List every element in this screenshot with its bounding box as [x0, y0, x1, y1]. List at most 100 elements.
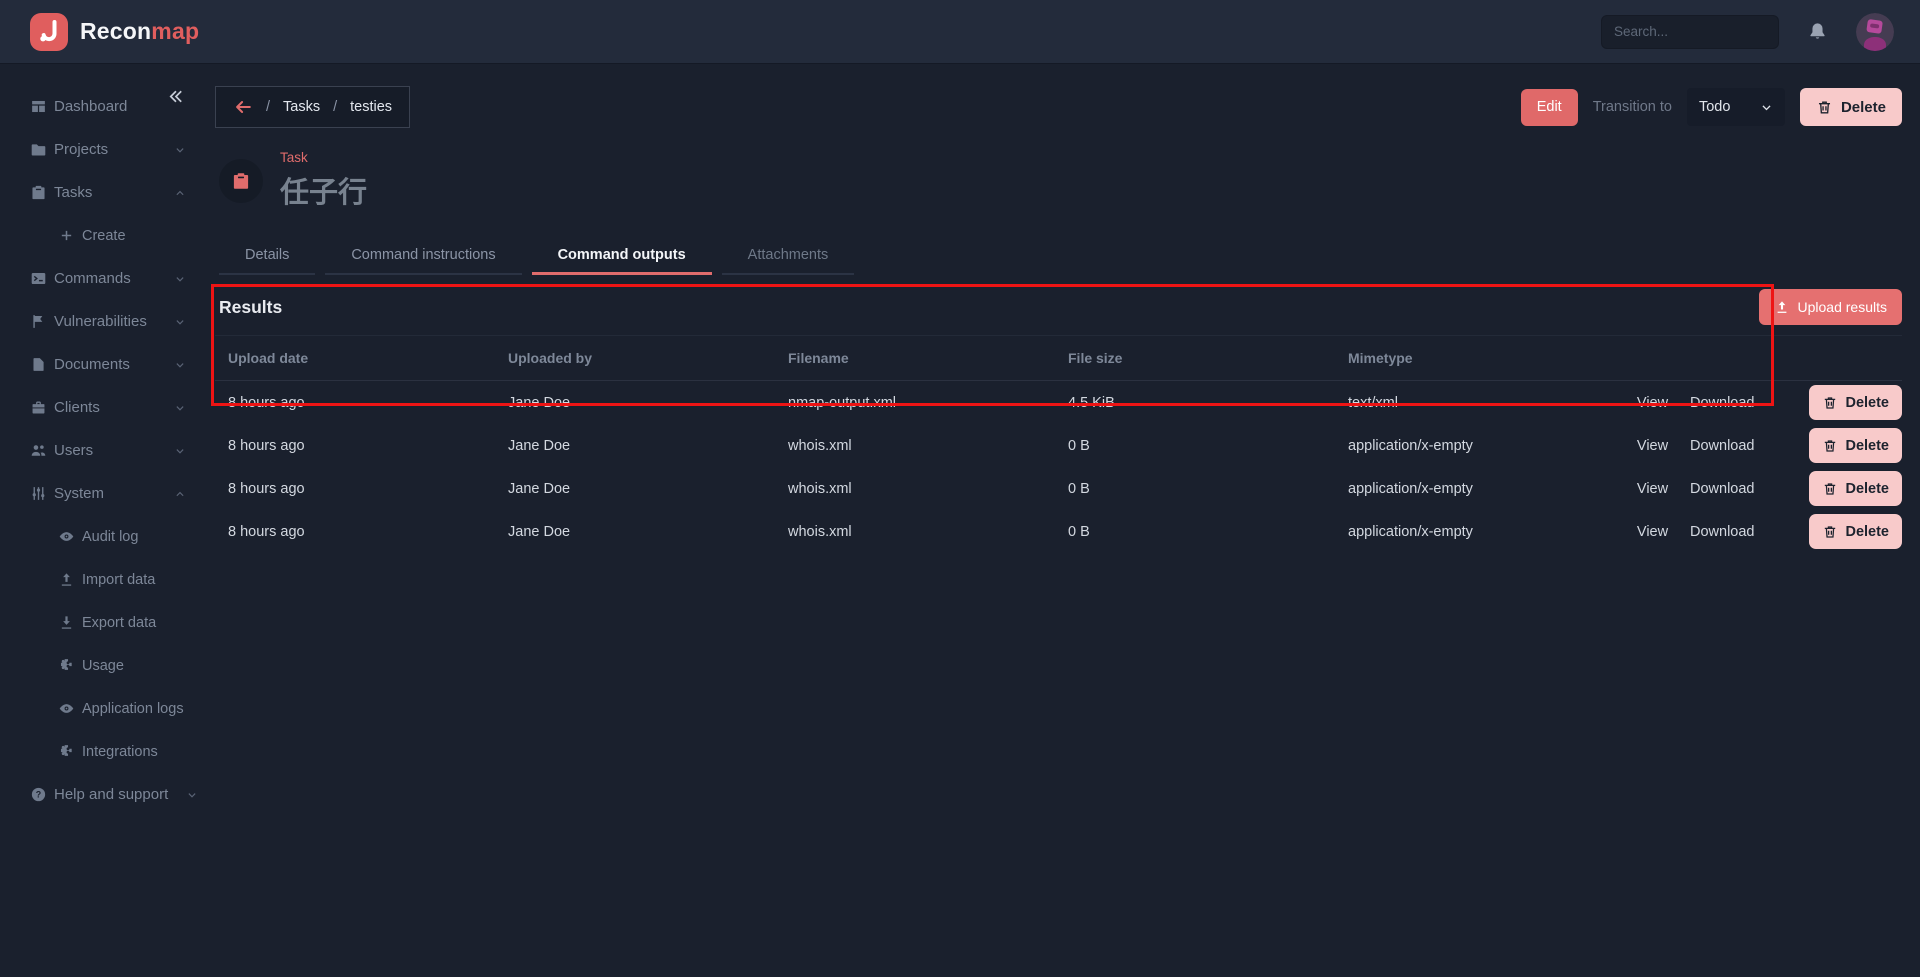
breadcrumb-tasks-link[interactable]: Tasks [283, 99, 320, 115]
sidebar-item-help-and-support[interactable]: ? Help and support [0, 773, 205, 816]
sidebar-item-users[interactable]: Users [0, 429, 205, 472]
chevron-down-icon [173, 401, 187, 415]
sidebar-item-projects[interactable]: Projects [0, 128, 205, 171]
sidebar-item-usage[interactable]: Usage [0, 644, 205, 687]
users-icon [30, 442, 47, 459]
cell-file-size: 0 B [1068, 523, 1090, 540]
sidebar-item-label: Help and support [54, 786, 169, 803]
status-select-value: Todo [1698, 99, 1731, 115]
sidebar-item-label: Integrations [82, 743, 158, 760]
sidebar-item-audit-log[interactable]: Audit log [0, 515, 205, 558]
column-header-uploaded-by: Uploaded by [508, 350, 593, 366]
sidebar-item-label: Export data [82, 614, 157, 631]
delete-row-button[interactable]: Delete [1809, 471, 1902, 506]
topbar-right [1601, 12, 1894, 51]
sidebar-item-documents[interactable]: Documents [0, 343, 205, 386]
cell-upload-date: 8 hours ago [228, 394, 305, 411]
cell-uploaded-by: Jane Doe [508, 523, 571, 540]
sidebar-item-label: Usage [82, 657, 124, 674]
search-input[interactable] [1601, 14, 1779, 49]
briefcase-icon [30, 399, 47, 416]
cell-uploaded-by: Jane Doe [508, 394, 571, 411]
puzzle-icon [58, 657, 75, 674]
delete-row-label: Delete [1845, 437, 1889, 454]
chevron-down-icon [173, 272, 187, 286]
delete-task-button[interactable]: Delete [1799, 88, 1902, 126]
tab-details[interactable]: Details [219, 239, 316, 275]
reconmap-logo-icon [30, 12, 68, 51]
chevron-down-icon [173, 315, 187, 329]
view-link[interactable]: View [1615, 524, 1690, 540]
breadcrumb: / Tasks / testies [215, 86, 411, 128]
trash-icon [1825, 396, 1836, 409]
delete-row-label: Delete [1845, 394, 1889, 411]
tab-command-instructions[interactable]: Command instructions [325, 239, 522, 275]
top-bar: Reconmap [0, 0, 1920, 64]
sidebar-item-label: Create [82, 227, 126, 244]
upload-results-button[interactable]: Upload results [1758, 289, 1902, 325]
sidebar-item-vulnerabilities[interactable]: Vulnerabilities [0, 300, 205, 343]
transition-to-label: Transition to [1592, 99, 1672, 115]
sidebar-item-label: Vulnerabilities [54, 313, 147, 330]
sidebar-item-commands[interactable]: Commands [0, 257, 205, 300]
sidebar: Dashboard Projects Tasks Create Commands… [0, 64, 205, 976]
plus-icon [58, 227, 75, 244]
cell-file-size: 0 B [1068, 480, 1090, 497]
sidebar-item-application-logs[interactable]: Application logs [0, 687, 205, 730]
back-arrow-icon[interactable] [233, 97, 253, 117]
sidebar-item-label: Projects [54, 141, 109, 158]
sidebar-item-integrations[interactable]: Integrations [0, 730, 205, 773]
tab-command-outputs[interactable]: Command outputs [531, 239, 712, 275]
delete-row-button[interactable]: Delete [1809, 385, 1902, 420]
sidebar-item-clients[interactable]: Clients [0, 386, 205, 429]
sidebar-item-export-data[interactable]: Export data [0, 601, 205, 644]
download-icon [58, 614, 75, 631]
notifications-bell-icon[interactable] [1807, 21, 1828, 42]
clipboard-icon [30, 184, 47, 201]
cell-file-size: 4.5 KiB [1068, 394, 1115, 411]
command-outputs-table: Upload date Uploaded by Filename File si… [215, 335, 1902, 553]
cell-mimetype: application/x-empty [1348, 523, 1473, 540]
terminal-icon [30, 270, 47, 287]
delete-row-button[interactable]: Delete [1809, 428, 1902, 463]
sidebar-collapse-icon[interactable] [166, 87, 185, 106]
delete-row-label: Delete [1845, 523, 1889, 540]
table-row: 8 hours ago Jane Doe whois.xml 0 B appli… [215, 424, 1902, 467]
download-link[interactable]: Download [1690, 438, 1790, 454]
view-link[interactable]: View [1615, 438, 1690, 454]
trash-icon [1825, 482, 1836, 495]
table-header-row: Upload date Uploaded by Filename File si… [215, 335, 1902, 381]
sidebar-item-label: Users [54, 442, 94, 459]
delete-row-button[interactable]: Delete [1809, 514, 1902, 549]
brand-map: map [151, 18, 200, 44]
upload-icon [1777, 301, 1786, 313]
question-circle-icon: ? [30, 786, 47, 803]
chevron-up-icon [173, 186, 187, 200]
status-select[interactable]: Todo [1686, 88, 1785, 126]
chevron-down-icon [173, 444, 187, 458]
trash-icon [1818, 101, 1830, 113]
view-link[interactable]: View [1615, 481, 1690, 497]
sidebar-item-tasks[interactable]: Tasks [0, 171, 205, 214]
clipboard-icon [233, 172, 249, 189]
table-row: 8 hours ago Jane Doe whois.xml 0 B appli… [215, 510, 1902, 553]
cell-filename: whois.xml [788, 523, 852, 540]
svg-text:?: ? [36, 790, 41, 800]
cell-file-size: 0 B [1068, 437, 1090, 454]
tab-attachments[interactable]: Attachments [721, 239, 855, 275]
edit-button[interactable]: Edit [1520, 88, 1578, 126]
dashboard-icon [30, 98, 47, 115]
download-link[interactable]: Download [1690, 524, 1790, 540]
app-logo[interactable]: Reconmap [30, 12, 200, 51]
cell-filename: nmap-output.xml [788, 394, 896, 411]
download-link[interactable]: Download [1690, 481, 1790, 497]
breadcrumb-separator: / [266, 99, 271, 115]
user-avatar[interactable] [1856, 12, 1894, 51]
chevron-down-icon [1762, 104, 1771, 110]
sidebar-item-system[interactable]: System [0, 472, 205, 515]
sidebar-item-import-data[interactable]: Import data [0, 558, 205, 601]
download-link[interactable]: Download [1690, 395, 1790, 411]
sidebar-item-create-task[interactable]: Create [0, 214, 205, 257]
sidebar-item-label: Import data [82, 571, 156, 588]
view-link[interactable]: View [1615, 395, 1690, 411]
